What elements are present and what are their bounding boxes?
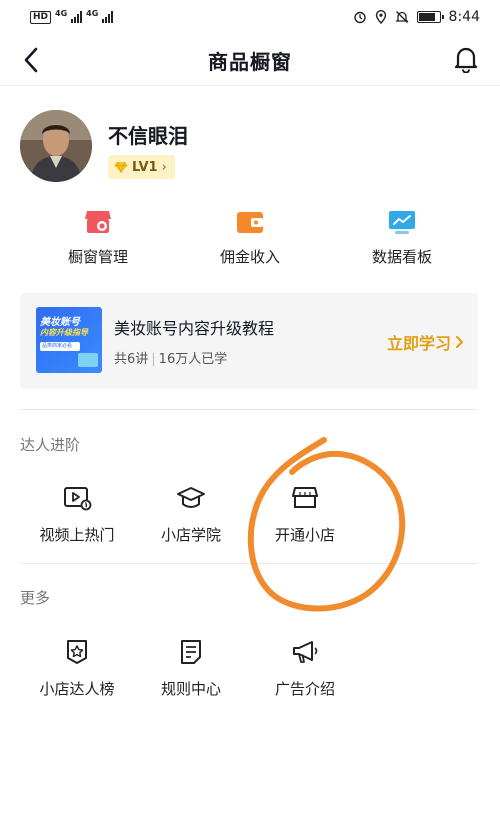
grid-item-shop-academy[interactable]: 小店学院 <box>134 484 248 545</box>
status-bar-left: HD 4G 4G <box>30 8 114 24</box>
bell-icon[interactable] <box>452 45 480 73</box>
learn-now-button[interactable]: 立即学习 <box>387 330 464 354</box>
grid-item-open-store[interactable]: 开通小店 <box>248 484 362 545</box>
video-hot-icon <box>64 487 92 511</box>
learn-now-label: 立即学习 <box>386 334 451 353</box>
alarm-icon <box>353 11 366 24</box>
grid-item-label: 小店学院 <box>160 526 221 544</box>
username: 不信眼泪 <box>108 124 188 148</box>
grid-item-shop-ranking[interactable]: 小店达人榜 <box>20 638 134 699</box>
course-card[interactable]: 美妆账号 内容升级指导 品类商家必看 美妆账号内容升级教程 共6讲 | 16万人已学… <box>20 293 478 389</box>
battery-icon <box>416 11 444 23</box>
course-lessons: 共6讲 <box>114 352 149 367</box>
grid-item-video-hot[interactable]: 视频上热门 <box>20 484 134 545</box>
section-title-more: 更多 <box>20 589 51 607</box>
wallet-icon <box>237 212 263 233</box>
avatar[interactable] <box>20 110 92 182</box>
thumbnail-line-1: 美妆账号 <box>40 317 80 328</box>
status-bar: HD 4G 4G 8:44 <box>0 0 500 34</box>
page-title: 商品橱窗 <box>208 50 292 74</box>
quick-item-label: 数据看板 <box>371 248 432 266</box>
course-thumbnail: 美妆账号 内容升级指导 品类商家必看 <box>36 307 102 373</box>
divider <box>20 409 478 410</box>
avatar-photo <box>20 110 92 182</box>
meta-divider: | <box>151 352 156 367</box>
grid-item-label: 广告介绍 <box>274 680 335 698</box>
diamond-icon <box>114 161 128 174</box>
shop-settings-icon <box>85 211 111 233</box>
level-chevron: › <box>161 159 167 175</box>
quick-item-label: 佣金收入 <box>219 248 280 266</box>
signal-icon <box>71 11 83 23</box>
star-badge-icon <box>67 640 87 664</box>
grid-item-ad-intro[interactable]: 广告介绍 <box>248 638 362 699</box>
mute-icon <box>394 11 409 23</box>
network-type-2: 4G <box>86 8 99 18</box>
course-meta: 共6讲 | 16万人已学 <box>114 348 227 367</box>
divider <box>20 563 478 564</box>
nav-bar: 商品橱窗 <box>0 34 500 86</box>
folder-icon <box>78 353 98 367</box>
quick-item-data-board[interactable]: 数据看板 <box>332 208 472 267</box>
quick-item-showcase-manage[interactable]: 橱窗管理 <box>28 208 168 267</box>
chevron-right-icon <box>455 335 464 349</box>
level-text: LV1 <box>132 159 158 175</box>
graduation-cap-icon <box>177 487 205 509</box>
megaphone-icon <box>293 641 318 663</box>
section-title-advance: 达人进阶 <box>20 436 81 454</box>
location-icon <box>375 10 386 24</box>
status-time: 8:44 <box>448 9 480 25</box>
thumbnail-line-2: 内容升级指导 <box>40 328 88 337</box>
grid-item-label: 视频上热门 <box>39 526 115 544</box>
course-title: 美妆账号内容升级教程 <box>114 319 275 338</box>
level-badge[interactable]: LV1 › <box>108 155 175 179</box>
rules-document-icon <box>181 640 201 664</box>
chart-board-icon <box>389 211 415 234</box>
grid-item-label: 小店达人榜 <box>39 680 115 698</box>
hd-badge: HD <box>30 10 52 24</box>
course-learners: 16万人已学 <box>158 352 228 367</box>
network-type-1: 4G <box>55 8 68 18</box>
grid-item-label: 规则中心 <box>160 680 221 698</box>
status-bar-right: 8:44 <box>353 9 480 25</box>
thumbnail-line-3: 品类商家必看 <box>40 342 80 351</box>
signal-icon-2 <box>102 11 114 23</box>
grid-item-label: 开通小店 <box>274 526 335 544</box>
quick-item-label: 橱窗管理 <box>67 248 128 266</box>
quick-item-commission[interactable]: 佣金收入 <box>180 208 320 267</box>
quick-entries: 橱窗管理 佣金收入 数据看板 <box>0 208 500 278</box>
store-icon <box>292 487 318 508</box>
grid-item-rules-center[interactable]: 规则中心 <box>134 638 248 699</box>
